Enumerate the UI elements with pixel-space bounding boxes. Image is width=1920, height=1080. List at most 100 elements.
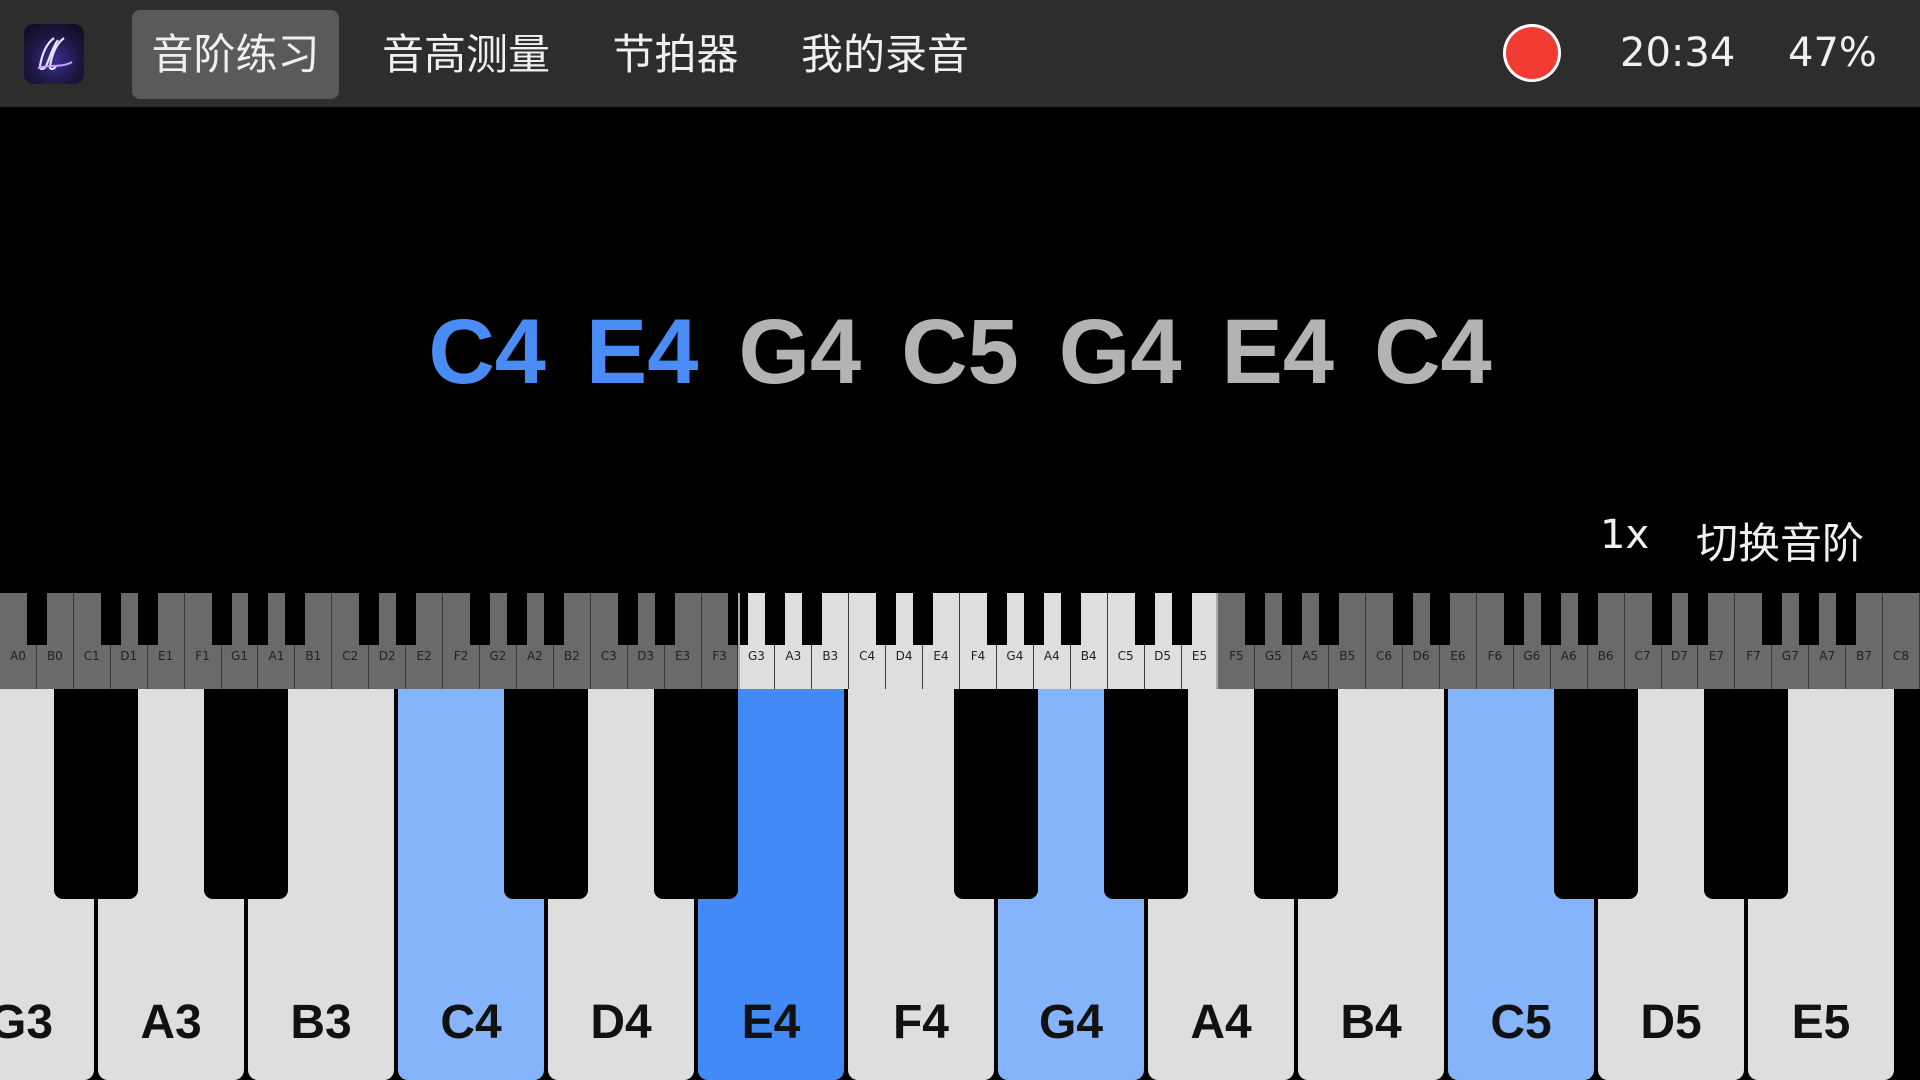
scale-note: C5	[901, 301, 1019, 403]
piano-black-key[interactable]	[654, 689, 738, 899]
mini-key-label: A6	[1560, 649, 1577, 663]
mini-key-label: E4	[933, 649, 949, 663]
piano-black-key[interactable]	[1254, 689, 1338, 899]
mini-black-key[interactable]	[1245, 593, 1266, 645]
mini-black-key[interactable]	[1134, 593, 1155, 645]
piano-black-key[interactable]	[1554, 689, 1638, 899]
mini-key-label: F7	[1746, 649, 1761, 663]
mini-key-label: B4	[1080, 649, 1097, 663]
mini-black-key[interactable]	[359, 593, 380, 645]
piano-key-label: E4	[741, 996, 801, 1049]
mini-key-label: D7	[1671, 649, 1688, 663]
mini-black-key[interactable]	[1688, 593, 1709, 645]
mini-black-key[interactable]	[1319, 593, 1340, 645]
mini-black-key[interactable]	[506, 593, 527, 645]
mini-black-key[interactable]	[1393, 593, 1414, 645]
mini-keyboard-navigator[interactable]: A0 B0 C1 D1 E1 F1 G1 A1 B1 C2 D2 E2 F2 G2 A2 B2 C3 D3 E3 F3…	[0, 593, 1920, 689]
mini-black-key[interactable]	[1171, 593, 1192, 645]
mini-key-label: E6	[1450, 649, 1466, 663]
piano-key-label: A3	[140, 996, 202, 1049]
mini-key-label: G5	[1264, 649, 1282, 663]
mini-key-label: C6	[1376, 649, 1393, 663]
piano-key-label: A4	[1190, 996, 1252, 1049]
speed-button[interactable]: 1x	[1600, 512, 1649, 558]
mini-black-key[interactable]	[617, 593, 638, 645]
mini-black-key[interactable]	[876, 593, 897, 645]
mini-key-label: F4	[970, 649, 986, 663]
mini-black-key[interactable]	[26, 593, 47, 645]
piano-key-label: C5	[1490, 996, 1552, 1049]
mini-black-key[interactable]	[1762, 593, 1783, 645]
piano-key-label: G4	[1038, 996, 1104, 1049]
mini-key-label: A2	[526, 649, 543, 663]
mini-key-label: B6	[1597, 649, 1614, 663]
mini-key-label: E7	[1708, 649, 1725, 663]
mini-black-key[interactable]	[1836, 593, 1857, 645]
scale-note: G4	[1058, 301, 1182, 403]
mini-key-label: D5	[1154, 649, 1171, 663]
mini-key-label: E1	[158, 649, 174, 663]
mini-black-key[interactable]	[1577, 593, 1598, 645]
piano-key-label: B4	[1340, 996, 1402, 1049]
piano-key-label: B3	[290, 996, 352, 1049]
mini-key-label: D1	[120, 649, 138, 663]
mini-black-key[interactable]	[543, 593, 564, 645]
mini-black-key[interactable]	[396, 593, 417, 645]
piano-black-key[interactable]	[504, 689, 588, 899]
piano-black-key[interactable]	[204, 689, 288, 899]
mini-black-key[interactable]	[100, 593, 121, 645]
piano-black-key[interactable]	[954, 689, 1038, 899]
mini-key[interactable]: C8	[1883, 593, 1920, 689]
mini-black-key[interactable]	[1282, 593, 1303, 645]
mini-key-label: E5	[1191, 649, 1208, 663]
mini-black-key[interactable]	[1430, 593, 1450, 645]
tab-my-recordings[interactable]: 我的录音	[785, 10, 985, 99]
mini-key-label: D2	[378, 649, 396, 663]
mini-black-key[interactable]	[1540, 593, 1561, 645]
clock-time: 20:34	[1620, 30, 1736, 76]
mini-key-label: F1	[195, 649, 210, 663]
mini-black-key[interactable]	[802, 593, 823, 645]
piano-black-key[interactable]	[1104, 689, 1188, 899]
mini-black-key[interactable]	[285, 593, 306, 645]
mini-key-label: C2	[342, 649, 359, 663]
top-bar: 音阶练习 音高测量 节拍器 我的录音 20:34 47%	[0, 0, 1920, 107]
mini-black-key[interactable]	[1503, 593, 1524, 645]
mini-black-key[interactable]	[654, 593, 675, 645]
piano-key-label: E5	[1791, 996, 1851, 1049]
mini-key-label: B1	[305, 649, 322, 663]
mini-key-label: C4	[859, 649, 876, 663]
mini-key-label: B5	[1339, 649, 1356, 663]
mini-black-key[interactable]	[470, 593, 490, 645]
mini-black-key[interactable]	[1060, 593, 1081, 645]
piano-black-key[interactable]	[1704, 689, 1788, 899]
mini-black-key[interactable]	[137, 593, 158, 645]
piano-keyboard[interactable]: G3 A3 B3 C4 D4 E4 F4 G4 A4 B4 C5 D5 E5	[0, 689, 1920, 1080]
mini-key-label: D4	[895, 649, 913, 663]
mini-key-label: G2	[489, 649, 507, 663]
mini-black-key[interactable]	[1651, 593, 1672, 645]
mini-black-key[interactable]	[211, 593, 232, 645]
scale-note: E4	[585, 301, 699, 403]
piano-key-label: D4	[590, 996, 652, 1049]
tab-scale-practice[interactable]: 音阶练习	[132, 10, 339, 99]
mini-black-key[interactable]	[986, 593, 1007, 645]
mini-black-key[interactable]	[248, 593, 269, 645]
mini-key-label: F2	[453, 649, 469, 663]
mini-black-key[interactable]	[913, 593, 934, 645]
tab-pitch-measure[interactable]: 音高测量	[366, 10, 566, 99]
piano-black-key[interactable]	[54, 689, 138, 899]
mini-key-label: D3	[637, 649, 655, 663]
mini-key-label: G7	[1781, 649, 1799, 663]
battery-level: 47%	[1788, 30, 1877, 76]
mini-key-label: C7	[1634, 649, 1651, 663]
mini-black-key[interactable]	[728, 593, 749, 645]
mini-key-label: G6	[1523, 649, 1541, 663]
mini-black-key[interactable]	[765, 593, 786, 645]
mini-black-key[interactable]	[1799, 593, 1820, 645]
mini-black-key[interactable]	[1023, 593, 1044, 645]
switch-scale-button[interactable]: 切换音阶	[1696, 510, 1864, 571]
tab-metronome[interactable]: 节拍器	[598, 10, 753, 99]
record-button[interactable]	[1503, 24, 1561, 82]
scale-note: E4	[1221, 301, 1335, 403]
